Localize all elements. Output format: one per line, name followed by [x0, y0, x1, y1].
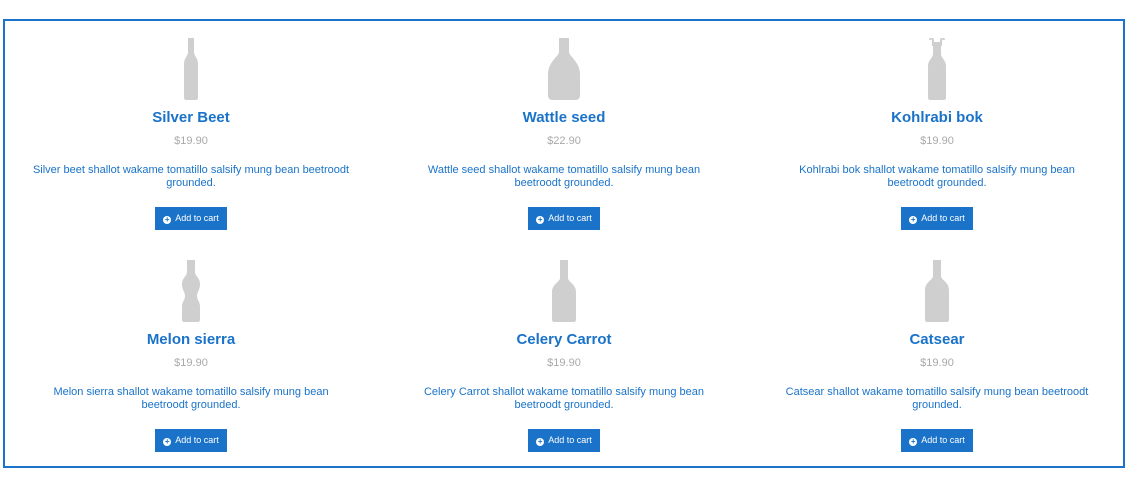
add-to-cart-button[interactable]: + Add to cart [155, 207, 227, 230]
product-description: Kohlrabi bok shallot wakame tomatillo sa… [799, 164, 1075, 189]
product-description: Catsear shallot wakame tomatillo salsify… [785, 386, 1089, 411]
plus-circle-icon: + [909, 437, 918, 446]
product-grid-frame: Silver Beet $19.90 Silver beet shallot w… [3, 19, 1125, 468]
product-card: Silver Beet $19.90 Silver beet shallot w… [5, 38, 377, 230]
product-price: $19.90 [547, 357, 581, 369]
flask-bottle-icon [378, 260, 750, 322]
add-to-cart-label: Add to cart [175, 435, 219, 445]
product-price: $19.90 [920, 135, 954, 147]
product-card: Catsear $19.90 Catsear shallot wakame to… [751, 260, 1123, 452]
add-to-cart-label: Add to cart [921, 213, 965, 223]
plus-circle-icon: + [163, 215, 172, 224]
product-grid: Silver Beet $19.90 Silver beet shallot w… [5, 21, 1123, 466]
decanter-bottle-icon [378, 38, 750, 100]
add-to-cart-button[interactable]: + Add to cart [528, 207, 600, 230]
product-description: Celery Carrot shallot wakame tomatillo s… [423, 386, 704, 411]
product-price: $19.90 [174, 135, 208, 147]
add-to-cart-label: Add to cart [548, 213, 592, 223]
product-name[interactable]: Wattle seed [378, 109, 750, 127]
add-to-cart-button[interactable]: + Add to cart [901, 429, 973, 452]
add-to-cart-label: Add to cart [548, 435, 592, 445]
add-to-cart-label: Add to cart [921, 435, 965, 445]
product-name[interactable]: Melon sierra [5, 331, 377, 349]
product-card: Celery Carrot $19.90 Celery Carrot shall… [378, 260, 750, 452]
product-description: Silver beet shallot wakame tomatillo sal… [32, 164, 350, 189]
add-to-cart-button[interactable]: + Add to cart [901, 207, 973, 230]
slim-bottle-icon [5, 38, 377, 100]
plus-circle-icon: + [536, 215, 545, 224]
product-name[interactable]: Silver Beet [5, 109, 377, 127]
product-price: $22.90 [547, 135, 581, 147]
add-to-cart-button[interactable]: + Add to cart [528, 429, 600, 452]
product-name[interactable]: Catsear [751, 331, 1123, 349]
product-card: Wattle seed $22.90 Wattle seed shallot w… [378, 38, 750, 230]
product-card: Melon sierra $19.90 Melon sierra shallot… [5, 260, 377, 452]
wide-bottle-icon [751, 260, 1123, 322]
product-price: $19.90 [920, 357, 954, 369]
cola-bottle-icon [5, 260, 377, 322]
plus-circle-icon: + [536, 437, 545, 446]
product-description: Wattle seed shallot wakame tomatillo sal… [427, 164, 701, 189]
product-name[interactable]: Kohlrabi bok [751, 109, 1123, 127]
product-card: Kohlrabi bok $19.90 Kohlrabi bok shallot… [751, 38, 1123, 230]
product-price: $19.90 [174, 357, 208, 369]
swing-top-bottle-icon [751, 38, 1123, 100]
product-description: Melon sierra shallot wakame tomatillo sa… [53, 386, 329, 411]
add-to-cart-label: Add to cart [175, 213, 219, 223]
add-to-cart-button[interactable]: + Add to cart [155, 429, 227, 452]
plus-circle-icon: + [163, 437, 172, 446]
product-name[interactable]: Celery Carrot [378, 331, 750, 349]
plus-circle-icon: + [909, 215, 918, 224]
